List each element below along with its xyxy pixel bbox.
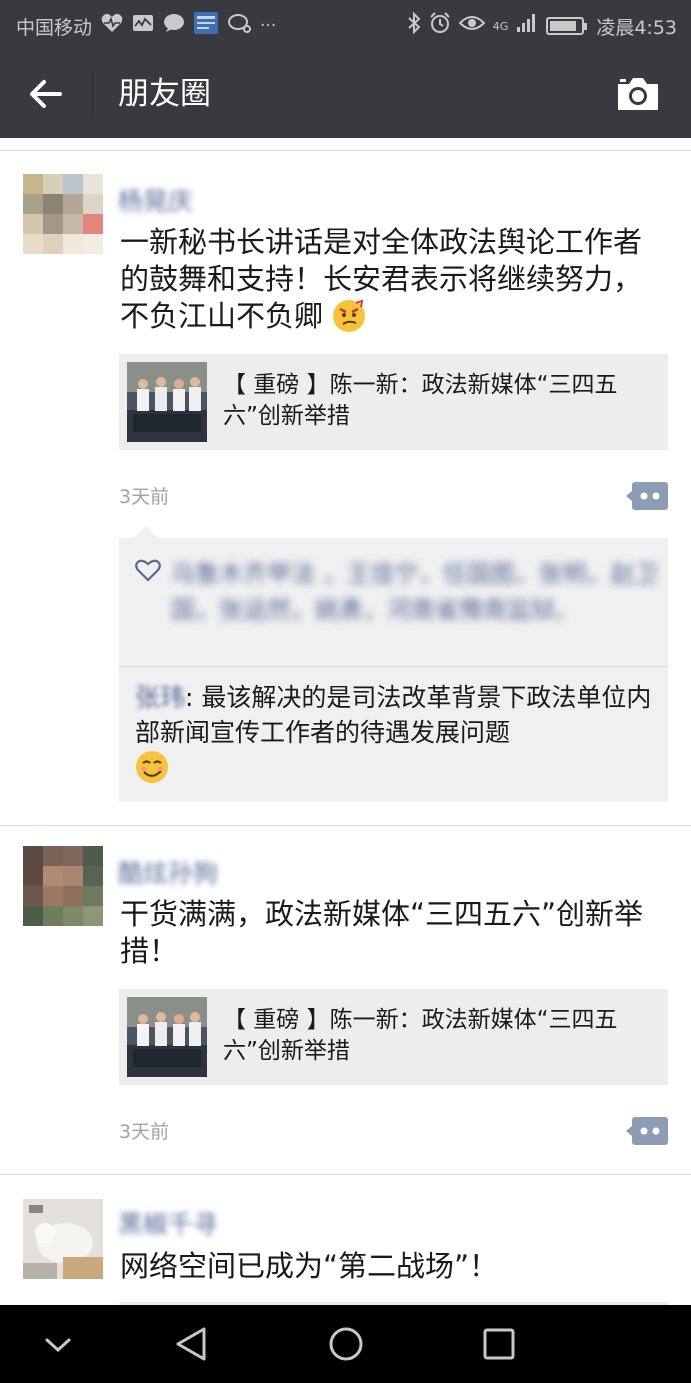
comment-item[interactable]: 张玮: 最该解决的是司法改革背景下政法单位内部新闻宣传工作者的待遇发展问题 <box>135 680 657 786</box>
home-circle-icon[interactable] <box>324 1322 368 1366</box>
comment-author[interactable]: 张玮 <box>135 683 185 712</box>
comments-divider <box>119 666 668 667</box>
activity-icon <box>132 13 154 39</box>
comments-caret <box>134 526 158 538</box>
title-divider <box>92 72 93 116</box>
post-username[interactable]: 杨晃庆 <box>118 182 193 218</box>
post-text: 一新秘书长讲话是对全体政法舆论工作者的鼓舞和支持！长安君表示将继续努力，不负江山… <box>120 224 650 335</box>
link-thumbnail <box>127 997 207 1077</box>
post-username[interactable]: 黑椒千寻 <box>118 1205 218 1241</box>
feed-divider <box>0 150 691 151</box>
post-time: 3天前 <box>119 1121 170 1143</box>
shared-link-card[interactable]: 【 重磅 】陈一新：政法新媒体“三四五六”创新举措 <box>119 989 668 1085</box>
camera-icon[interactable] <box>615 74 661 114</box>
alarm-icon <box>429 12 451 40</box>
status-bar: 中国移动 ··· 4G 凌晨4:53 <box>0 0 691 50</box>
avatar[interactable] <box>23 846 103 926</box>
heart-icon <box>135 558 161 582</box>
collapse-chevron-icon[interactable] <box>36 1322 80 1366</box>
post-text: 网络空间已成为“第二战场”！ <box>120 1249 499 1283</box>
link-title: 【 重磅 】陈一新：政法新媒体“三四五六”创新举措 <box>223 372 618 429</box>
post-divider <box>0 1174 691 1175</box>
angry-smirk-emoji-icon <box>332 299 366 333</box>
comment-menu-icon[interactable] <box>626 482 668 510</box>
likes-row: 乌鲁木齐甲法 ，王佳宁，任国图，张明，赵卫国，张运然，姚勇，河南省豫南监狱、 <box>135 556 659 656</box>
system-nav-bar <box>0 1305 691 1383</box>
more-dots-icon: ··· <box>260 16 277 36</box>
post-text-body: 一新秘书长讲话是对全体政法舆论工作者的鼓舞和支持！长安君表示将继续努力，不负江山… <box>120 225 643 333</box>
bluetooth-icon <box>407 11 421 40</box>
clock-label: 凌晨4:53 <box>596 16 677 39</box>
smirk-emoji-icon <box>135 750 169 784</box>
signal-icon <box>516 13 538 39</box>
likes-list[interactable]: 乌鲁木齐甲法 ，王佳宁，任国图，张明，赵卫国，张运然，姚勇，河南省豫南监狱、 <box>171 556 661 628</box>
link-title: 【 重磅 】陈一新：政法新媒体“三四五六”创新举措 <box>223 1007 618 1064</box>
back-arrow-icon[interactable] <box>22 72 70 116</box>
chat-bubble-icon <box>163 13 185 39</box>
avatar[interactable] <box>23 174 103 254</box>
shared-link-card[interactable]: 【 重磅 】陈一新：政法新媒体“三四五六”创新举措 <box>119 354 668 450</box>
post-divider <box>0 825 691 826</box>
comment-text: : 最该解决的是司法改革背景下政法单位内部新闻宣传工作者的待遇发展问题 <box>135 683 652 747</box>
heart-rate-icon <box>101 13 123 39</box>
message-icon <box>227 13 252 39</box>
carrier-label: 中国移动 <box>16 16 93 39</box>
post-username[interactable]: 酷炫孙狗 <box>118 854 218 890</box>
moments-feed[interactable]: 杨晃庆 一新秘书长讲话是对全体政法舆论工作者的鼓舞和支持！长安君表示将继续努力，… <box>0 138 691 1305</box>
back-triangle-icon[interactable] <box>170 1322 214 1366</box>
news-app-icon <box>194 12 219 40</box>
eye-comfort-icon <box>458 13 486 39</box>
post-text: 干货满满，政法新媒体“三四五六”创新举措！ <box>120 897 644 968</box>
avatar[interactable] <box>23 1199 103 1279</box>
link-thumbnail <box>127 362 207 442</box>
comment-menu-icon[interactable] <box>626 1117 668 1145</box>
recents-square-icon[interactable] <box>477 1322 521 1366</box>
title-bar: 朋友圈 <box>0 50 691 138</box>
comments-panel: 乌鲁木齐甲法 ，王佳宁，任国图，张明，赵卫国，张运然，姚勇，河南省豫南监狱、 张… <box>119 538 668 802</box>
post-time: 3天前 <box>119 486 170 508</box>
page-title: 朋友圈 <box>118 76 211 112</box>
battery-icon <box>546 17 588 35</box>
network-type-label: 4G <box>492 19 509 33</box>
